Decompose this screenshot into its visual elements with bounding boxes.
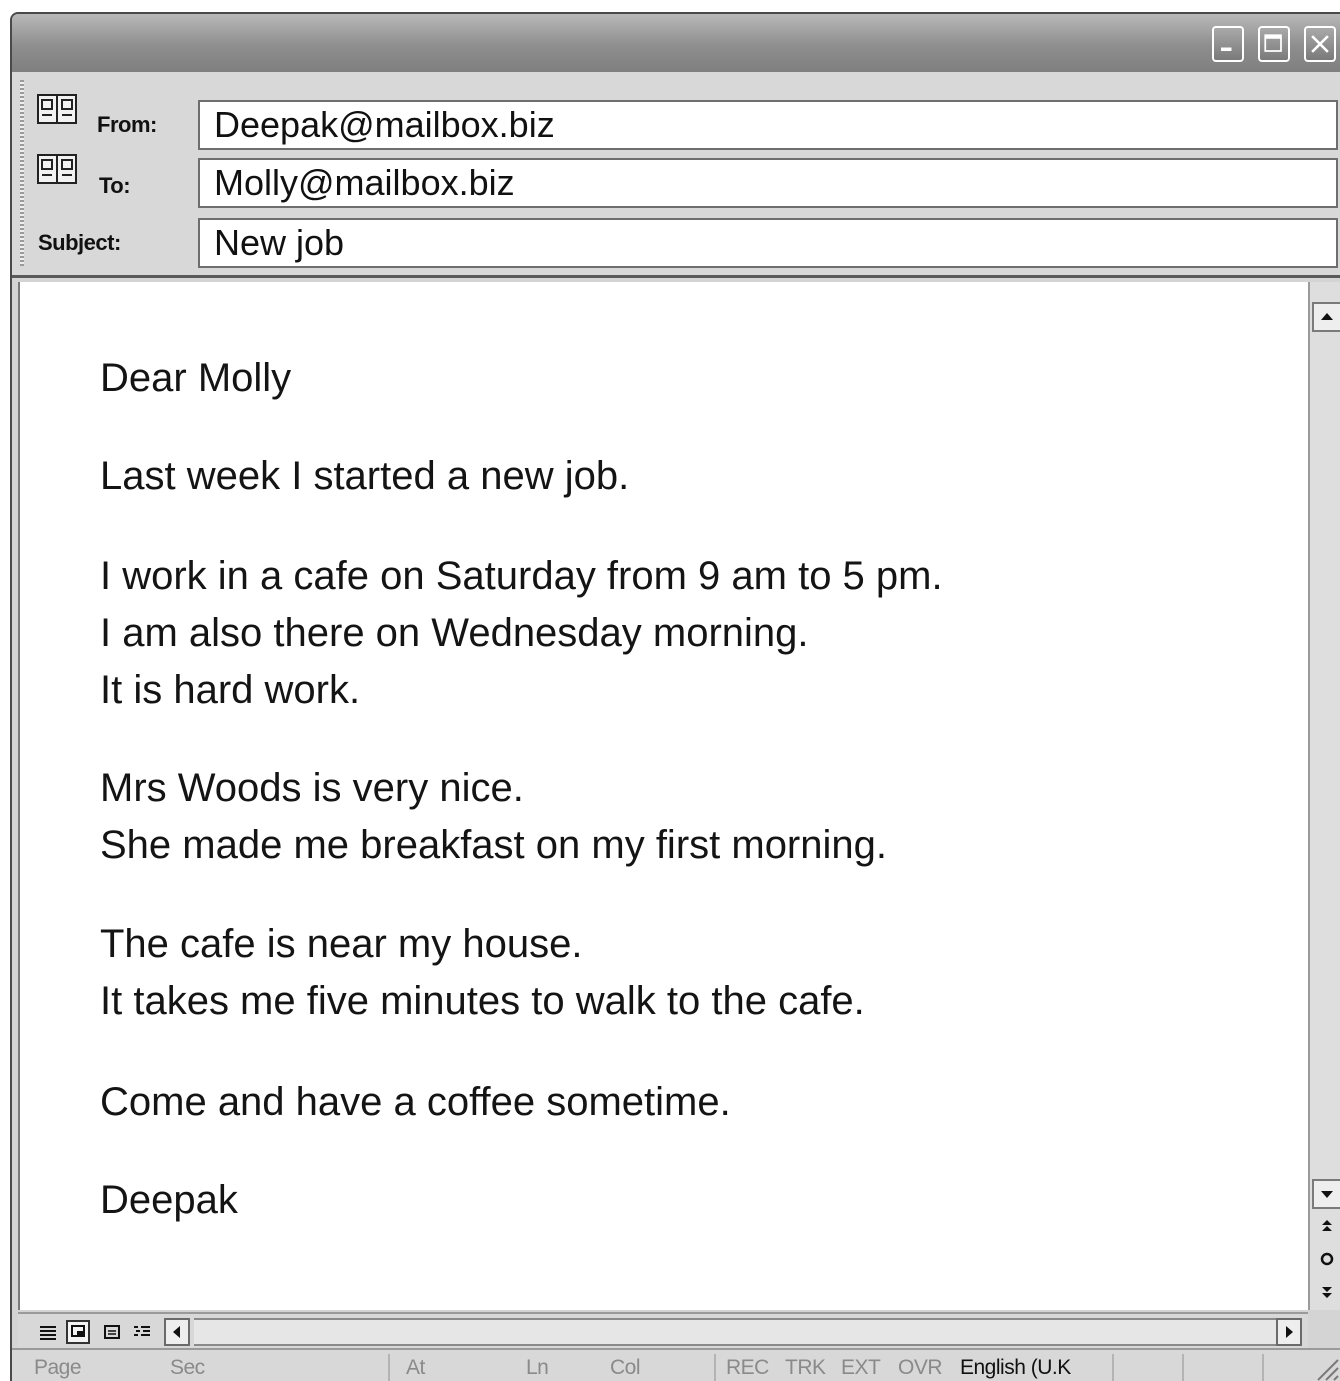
- status-separator: [1182, 1354, 1184, 1381]
- body-line: I work in a cafe on Saturday from 9 am t…: [100, 554, 943, 598]
- minimize-button[interactable]: [1212, 26, 1244, 62]
- horizontal-scroll-track[interactable]: [194, 1318, 1276, 1346]
- body-paragraph: The cafe is near my house. It takes me f…: [100, 916, 865, 1030]
- body-line: It takes me five minutes to walk to the …: [100, 979, 865, 1023]
- status-bar: Page Sec At Ln Col REC TRK EXT OVR Engli…: [12, 1348, 1340, 1381]
- toolbar-grip[interactable]: [20, 80, 24, 266]
- previous-page-icon: [1322, 1220, 1332, 1231]
- body-paragraph: Deepak: [100, 1172, 238, 1229]
- to-field[interactable]: Molly@mailbox.biz: [198, 158, 1338, 208]
- message-header: From: Deepak@mailbox.biz To: Molly@mailb…: [12, 72, 1340, 278]
- outline-view-icon: [134, 1326, 150, 1336]
- address-book-icon[interactable]: [36, 92, 78, 126]
- subject-field[interactable]: New job: [198, 218, 1338, 268]
- arrow-right-icon: [1286, 1326, 1293, 1338]
- status-separator: [1112, 1354, 1114, 1381]
- scroll-down-button[interactable]: [1312, 1179, 1340, 1209]
- status-separator: [714, 1354, 716, 1381]
- select-browse-object-button[interactable]: [1316, 1248, 1338, 1270]
- resize-grip-icon[interactable]: [1314, 1356, 1340, 1381]
- scroll-left-button[interactable]: [164, 1318, 190, 1346]
- body-line: It is hard work.: [100, 668, 361, 712]
- to-label: To:: [99, 173, 131, 198]
- print-layout-icon: [104, 1325, 120, 1339]
- status-at: At: [406, 1356, 425, 1379]
- address-book-icon[interactable]: [36, 152, 78, 186]
- normal-view-button[interactable]: [36, 1320, 60, 1344]
- maximize-icon: [1264, 34, 1282, 52]
- status-ovr[interactable]: OVR: [898, 1356, 943, 1380]
- message-body[interactable]: Dear Molly Last week I started a new job…: [18, 282, 1310, 1310]
- body-line: She made me breakfast on my first mornin…: [100, 823, 887, 867]
- body-line: Come and have a coffee sometime.: [100, 1080, 731, 1124]
- status-separator: [388, 1354, 390, 1381]
- body-paragraph: I work in a cafe on Saturday from 9 am t…: [100, 548, 943, 719]
- web-layout-view-button[interactable]: [66, 1320, 90, 1344]
- status-page: Page: [34, 1356, 82, 1379]
- title-bar[interactable]: [12, 14, 1340, 72]
- minimize-icon: [1221, 47, 1232, 51]
- body-line: Deepak: [100, 1178, 238, 1222]
- body-paragraph: Last week I started a new job.: [100, 448, 629, 505]
- subject-label: Subject:: [38, 230, 121, 255]
- browse-object-icon: [1320, 1252, 1334, 1266]
- body-line: The cafe is near my house.: [100, 922, 583, 966]
- body-line: Last week I started a new job.: [100, 454, 630, 498]
- previous-page-button[interactable]: [1316, 1216, 1338, 1238]
- body-paragraph: Come and have a coffee sometime.: [100, 1074, 731, 1131]
- web-layout-icon: [71, 1325, 85, 1337]
- status-rec[interactable]: REC: [726, 1356, 769, 1380]
- arrow-up-icon: [1321, 313, 1333, 320]
- normal-view-icon: [40, 1326, 56, 1340]
- horizontal-bar: [18, 1312, 1308, 1348]
- close-button[interactable]: [1304, 26, 1336, 62]
- body-line: Dear Molly: [100, 356, 292, 400]
- status-line: Ln: [526, 1356, 549, 1379]
- print-layout-view-button[interactable]: [100, 1320, 124, 1344]
- body-line: Mrs Woods is very nice.: [100, 766, 524, 810]
- from-field[interactable]: Deepak@mailbox.biz: [198, 100, 1338, 150]
- close-icon: [1311, 35, 1329, 53]
- from-label: From:: [97, 112, 157, 137]
- maximize-button[interactable]: [1258, 26, 1290, 62]
- status-section: Sec: [170, 1356, 205, 1379]
- scroll-up-button[interactable]: [1312, 302, 1340, 332]
- status-column: Col: [610, 1356, 641, 1379]
- body-paragraph: Mrs Woods is very nice. She made me brea…: [100, 760, 887, 874]
- scroll-right-button[interactable]: [1276, 1318, 1302, 1346]
- next-page-button[interactable]: [1316, 1280, 1338, 1302]
- next-page-icon: [1322, 1287, 1332, 1298]
- status-language[interactable]: English (U.K: [960, 1356, 1071, 1380]
- email-window: From: Deepak@mailbox.biz To: Molly@mailb…: [10, 12, 1340, 1381]
- status-trk[interactable]: TRK: [785, 1356, 826, 1380]
- status-separator: [1262, 1354, 1264, 1381]
- status-ext[interactable]: EXT: [841, 1356, 881, 1380]
- vertical-scrollbar[interactable]: [1308, 282, 1340, 1310]
- arrow-down-icon: [1321, 1191, 1333, 1198]
- outline-view-button[interactable]: [130, 1320, 154, 1344]
- arrow-left-icon: [173, 1326, 180, 1338]
- body-line: I am also there on Wednesday morning.: [100, 611, 809, 655]
- body-paragraph: Dear Molly: [100, 350, 291, 407]
